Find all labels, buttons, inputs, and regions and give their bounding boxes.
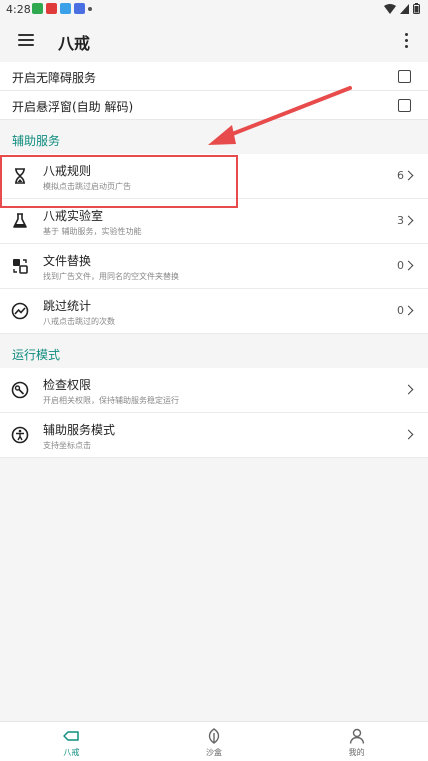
chevron-right-icon <box>403 384 414 395</box>
tab-label: 八戒 <box>63 748 80 757</box>
list-item-file-replace[interactable]: 文件替换 找到广告文件，用同名的空文件夹替换 0 <box>0 244 428 289</box>
pig-tab-icon <box>63 731 80 741</box>
setting-label: 开启无障碍服务 <box>12 71 97 85</box>
item-title: 跳过统计 <box>43 299 92 313</box>
file-swap-icon <box>13 259 28 274</box>
battery-icon <box>413 3 420 14</box>
flask-icon <box>13 213 27 228</box>
item-subtitle: 支持坐标点击 <box>43 441 91 450</box>
accessibility-checkbox[interactable] <box>398 70 411 83</box>
item-subtitle: 找到广告文件，用同名的空文件夹替换 <box>43 272 179 281</box>
item-title: 辅助服务模式 <box>43 423 116 437</box>
chevron-right-icon <box>403 215 414 226</box>
section-header-run-mode: 运行模式 <box>12 348 61 362</box>
item-title: 检查权限 <box>43 378 92 392</box>
tab-mine[interactable]: 我的 <box>285 722 428 761</box>
person-tab-icon <box>349 728 364 744</box>
app-bar: 八戒 <box>0 18 428 62</box>
leaf-tab-icon <box>208 728 220 744</box>
floating-window-checkbox[interactable] <box>398 99 411 112</box>
notification-icons <box>32 3 92 14</box>
item-title: 八戒实验室 <box>43 209 104 223</box>
notification-app-icon <box>46 3 57 14</box>
chevron-right-icon <box>403 429 414 440</box>
permission-icon <box>11 381 29 399</box>
wifi-icon <box>384 3 396 14</box>
item-subtitle: 基于 辅助服务，实验性功能 <box>43 227 142 236</box>
stats-icon <box>11 302 29 320</box>
notification-app-icon <box>74 3 85 14</box>
chevron-right-icon <box>403 170 414 181</box>
annotation-arrow-icon <box>208 86 352 145</box>
tab-bajie[interactable]: 八戒 <box>0 722 143 761</box>
item-title: 文件替换 <box>43 254 92 268</box>
item-subtitle: 八戒点击跳过的次数 <box>43 317 115 326</box>
list-item-assist-mode[interactable]: 辅助服务模式 支持坐标点击 <box>0 413 428 458</box>
accessibility-icon <box>11 426 29 444</box>
status-time: 4:28 <box>6 3 31 16</box>
item-subtitle: 开启相关权限，保持辅助服务稳定运行 <box>43 396 179 405</box>
list-item-check-permissions[interactable]: 检查权限 开启相关权限，保持辅助服务稳定运行 <box>0 368 428 413</box>
tab-sandbox[interactable]: 沙盒 <box>143 722 286 761</box>
more-options-icon[interactable] <box>398 31 414 49</box>
status-bar: 4:28 <box>0 0 428 18</box>
tab-label: 我的 <box>348 748 365 757</box>
setting-label: 开启悬浮窗(自助 解码) <box>12 100 134 114</box>
chevron-right-icon <box>403 260 414 271</box>
chevron-right-icon <box>403 305 414 316</box>
system-icons <box>384 3 420 14</box>
notification-app-icon <box>60 3 71 14</box>
signal-icon <box>400 3 409 14</box>
notification-app-icon <box>32 3 43 14</box>
bottom-navigation: 八戒 沙盒 我的 <box>0 721 428 761</box>
list-item-skip-stats[interactable]: 跳过统计 八戒点击跳过的次数 0 <box>0 289 428 334</box>
hamburger-menu-icon[interactable] <box>14 29 38 51</box>
more-notifications-dot <box>88 7 92 11</box>
page-title: 八戒 <box>58 34 91 53</box>
tab-label: 沙盒 <box>206 748 222 757</box>
highlight-box <box>0 155 238 208</box>
